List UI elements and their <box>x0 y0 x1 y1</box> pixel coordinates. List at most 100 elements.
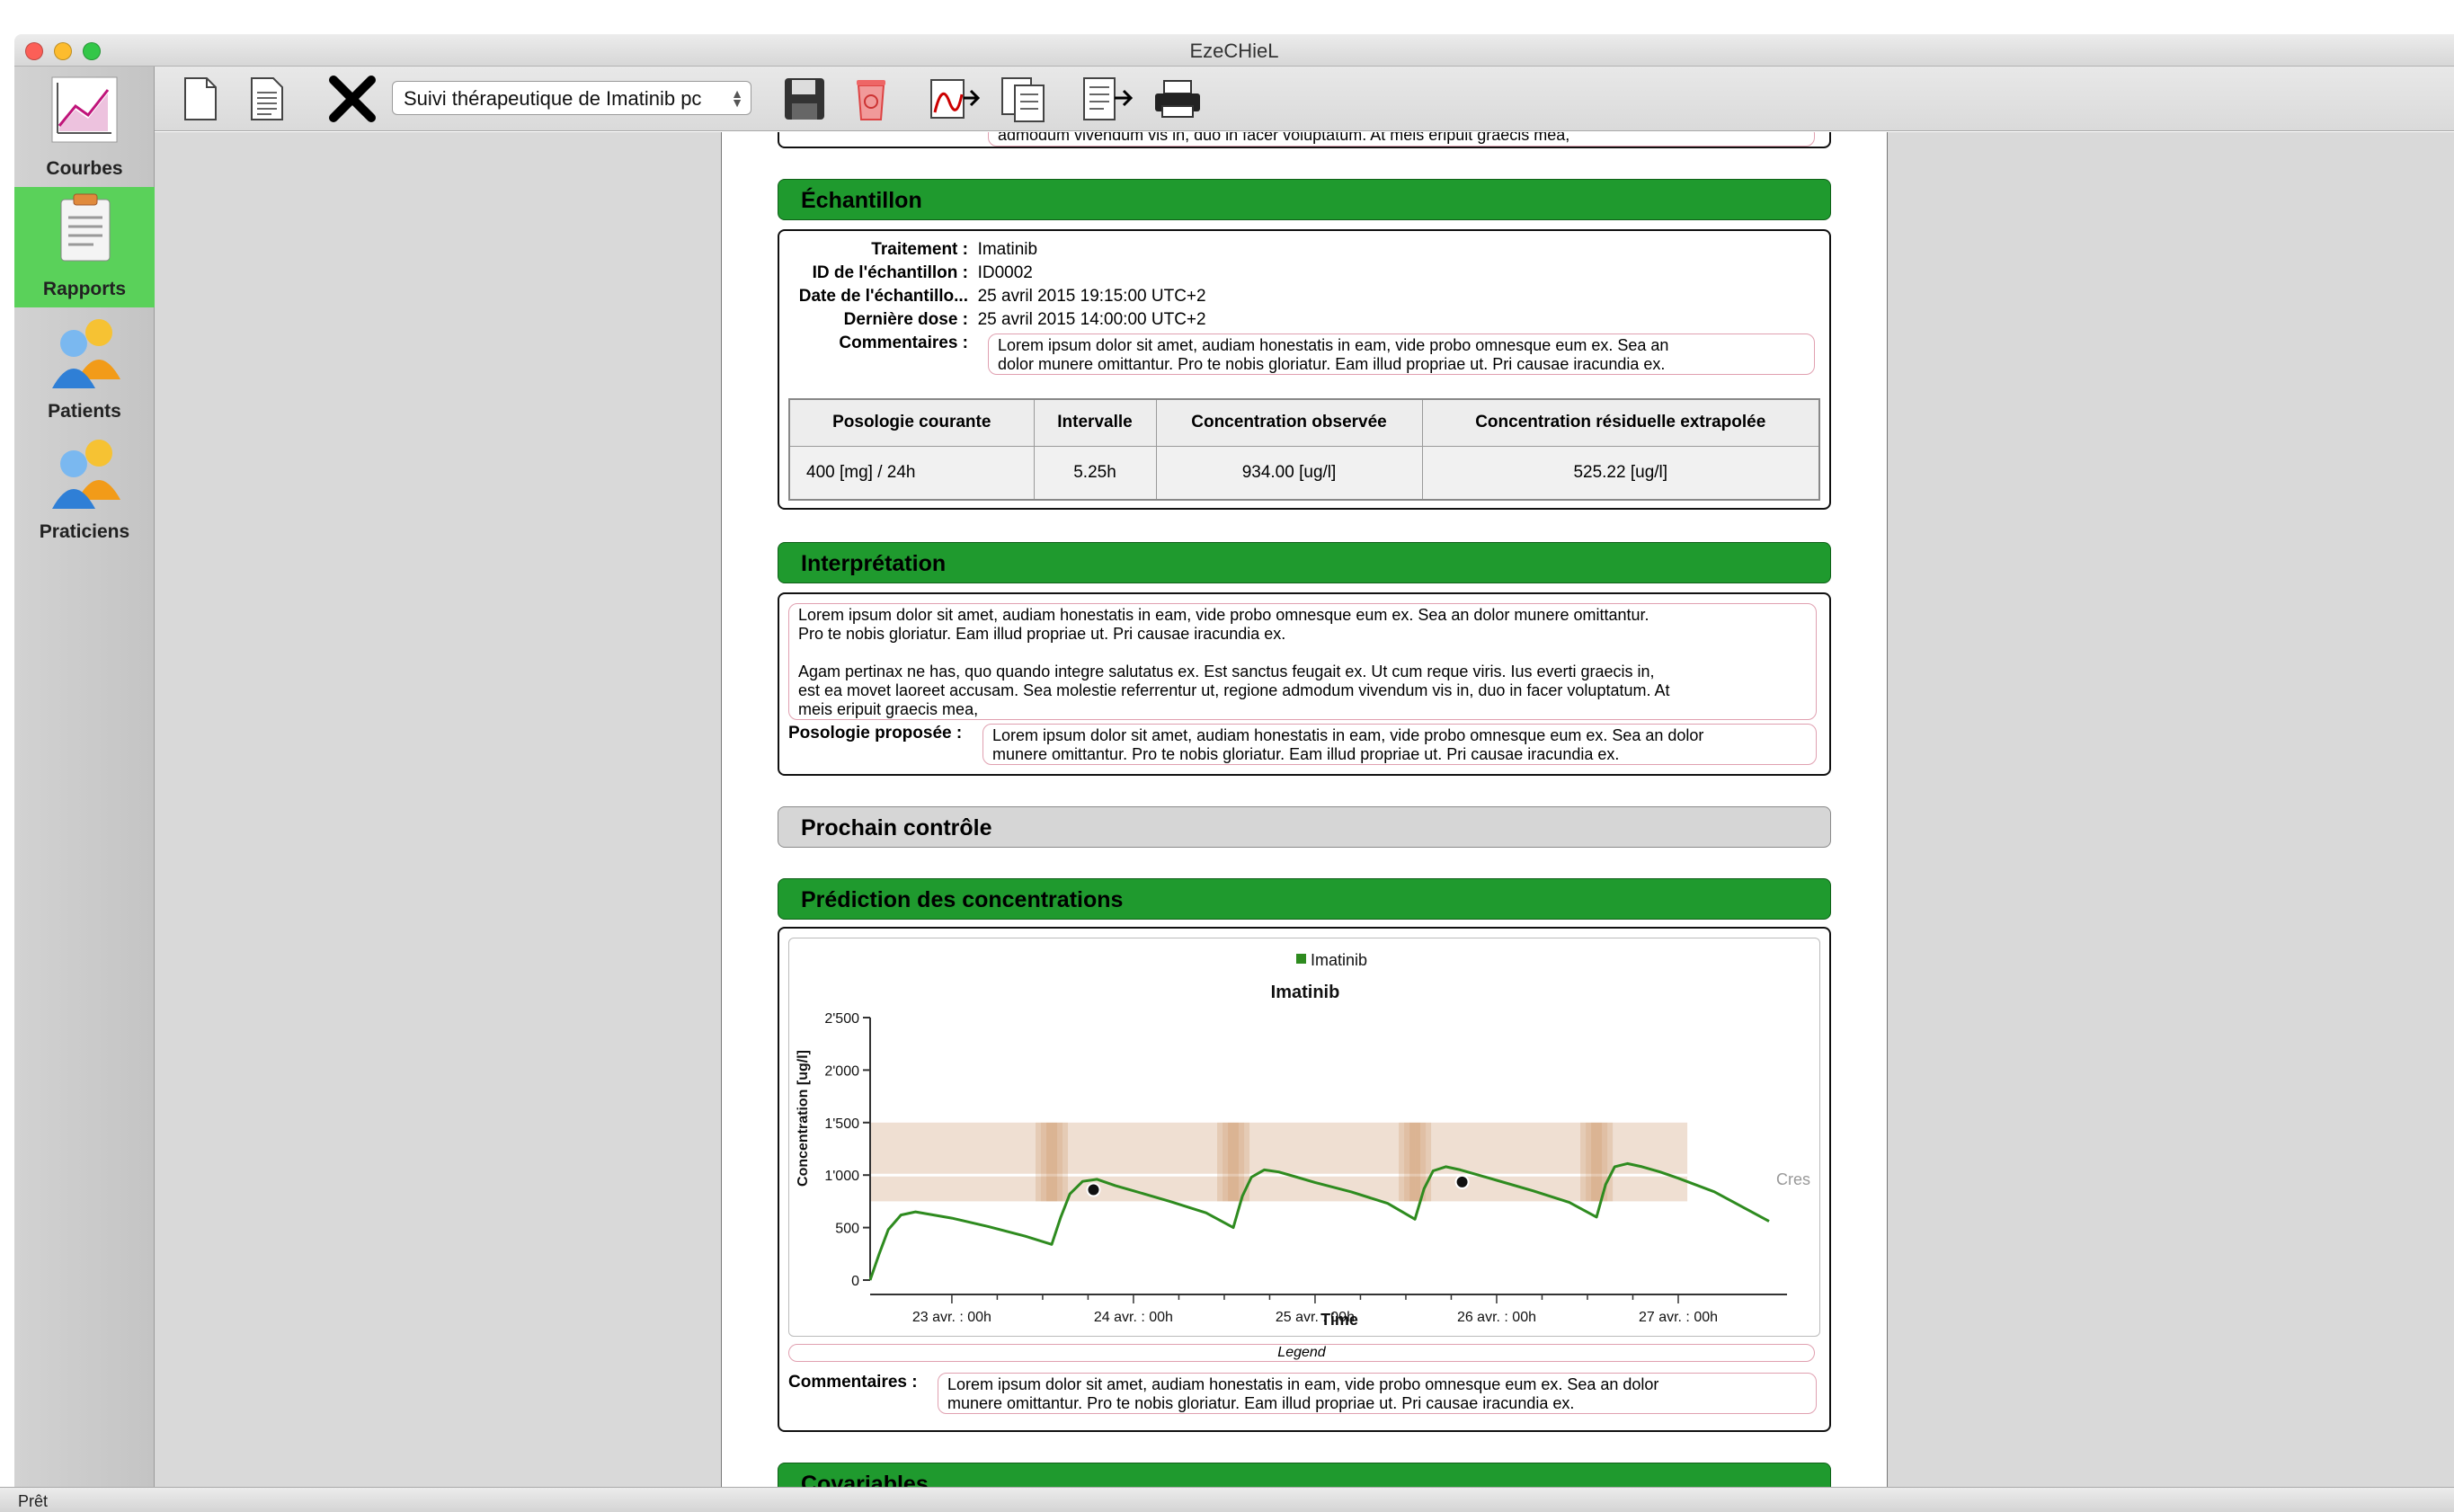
new-document-button[interactable] <box>182 76 218 122</box>
sidebar-item-patients[interactable]: Patients <box>14 309 155 430</box>
table-cell: 934.00 [ug/l] <box>1155 445 1423 501</box>
dose-marker <box>1415 1122 1421 1202</box>
interpretation-text-field[interactable]: Lorem ipsum dolor sit amet, audiam hones… <box>788 603 1817 720</box>
practitioners-icon <box>52 440 120 509</box>
open-document-button[interactable] <box>248 76 284 122</box>
close-icon <box>329 76 376 122</box>
sidebar-item-label: Praticiens <box>39 521 130 542</box>
previous-section-box: admodum vivendum vis in, duo in facer vo… <box>778 132 1831 148</box>
table-header: Posologie courante <box>788 398 1035 447</box>
observation-point <box>1086 1182 1101 1197</box>
sample-comment-label: Commentaires : <box>839 334 968 352</box>
table-header-row: Posologie courante Intervalle Concentrat… <box>788 398 1820 447</box>
sample-section-header: Échantillon <box>778 179 1831 220</box>
table-row: 400 [mg] / 24h 5.25h 934.00 [ug/l] 525.2… <box>788 445 1820 501</box>
dose-marker <box>1239 1122 1245 1202</box>
table-header: Intervalle <box>1033 398 1157 447</box>
delete-button[interactable] <box>850 76 892 122</box>
dose-marker <box>1063 1122 1069 1202</box>
y-axis-label: Concentration [ug/l] <box>796 1050 811 1187</box>
close-document-button[interactable] <box>327 76 378 122</box>
report-export-icon <box>1083 77 1134 120</box>
observation-point <box>1454 1174 1470 1189</box>
curves-icon <box>51 76 118 143</box>
sidebar-item-courbes[interactable]: Courbes <box>14 67 155 187</box>
title-bar: EzeCHieL <box>14 34 2454 67</box>
y-tick-label: 2'000 <box>824 1063 859 1079</box>
prediction-box: 0 500 1'000 1'500 2'000 2'500 23 avr. : 00h 24 … <box>778 927 1831 1432</box>
table-header: Concentration résiduelle extrapolée <box>1421 398 1820 447</box>
dose-marker <box>1591 1122 1597 1202</box>
duplicate-button[interactable] <box>998 76 1048 122</box>
report-workspace: admodum vivendum vis in, duo in facer vo… <box>155 132 2454 1487</box>
sidebar-item-label: Patients <box>48 401 121 422</box>
chart-area: 0 500 1'000 1'500 2'000 2'500 23 avr. : 00h 24 … <box>788 938 1820 1337</box>
report-page: admodum vivendum vis in, duo in facer vo… <box>721 132 1888 1487</box>
x-tick-label: 26 avr. : 00h <box>1457 1310 1536 1325</box>
prediction-comment-label: Commentaires : <box>788 1373 918 1392</box>
legend-box[interactable]: Legend <box>788 1344 1815 1362</box>
dose-marker <box>1233 1122 1240 1202</box>
x-tick-label: 23 avr. : 00h <box>912 1310 991 1325</box>
save-button[interactable] <box>782 76 827 122</box>
x-axis-label: Time <box>1320 1311 1358 1329</box>
trash-icon <box>857 80 885 120</box>
dose-marker <box>1607 1122 1614 1202</box>
dose-marker <box>1426 1122 1432 1202</box>
save-icon <box>785 78 824 120</box>
new-document-icon <box>184 77 217 120</box>
previous-comment-field[interactable]: admodum vivendum vis in, duo in facer vo… <box>988 132 1815 147</box>
table-header: Concentration observée <box>1155 398 1423 447</box>
next-control-section-header[interactable]: Prochain contrôle <box>778 806 1831 848</box>
toolbar: Suivi thérapeutique de Imatinib pc ▲ ▼ <box>155 67 2454 131</box>
x-tick-label: 27 avr. : 00h <box>1639 1310 1718 1325</box>
dose-marker <box>1596 1122 1603 1202</box>
dose-marker <box>1217 1122 1223 1202</box>
y-tick-label: 1'500 <box>824 1116 859 1132</box>
sidebar: Courbes Rapports Patients Praticiens <box>14 67 155 1487</box>
dose-marker <box>1228 1122 1234 1202</box>
dose-marker <box>1057 1122 1063 1202</box>
dose-marker <box>1580 1122 1587 1202</box>
dose-marker <box>1409 1122 1416 1202</box>
table-cell: 400 [mg] / 24h <box>788 445 1035 501</box>
status-text: Prêt <box>18 1492 49 1510</box>
chart-legend-label: Imatinib <box>1311 951 1367 969</box>
interpretation-box: Lorem ipsum dolor sit amet, audiam hones… <box>778 592 1831 776</box>
sample-date-field: Date de l'échantillo... 25 avril 2015 19… <box>798 287 1206 306</box>
proposed-posology-label: Posologie proposée : <box>788 724 963 743</box>
y-tick-label: 500 <box>835 1222 859 1237</box>
y-tick-label: 2'500 <box>824 1011 859 1027</box>
legend-swatch <box>1296 954 1306 964</box>
dose-marker <box>1046 1122 1053 1202</box>
duplicate-icon <box>1001 77 1045 122</box>
status-bar: Prêt <box>0 1487 2454 1512</box>
export-report-button[interactable] <box>1080 76 1134 122</box>
dose-marker <box>1223 1122 1229 1202</box>
table-cell: 525.22 [ug/l] <box>1421 445 1820 501</box>
covariates-section-header: Covariables <box>778 1463 1831 1487</box>
sidebar-item-praticiens[interactable]: Praticiens <box>14 430 155 550</box>
sample-box: Traitement : Imatinib ID de l'échantillo… <box>778 229 1831 510</box>
dose-marker <box>1052 1122 1058 1202</box>
sidebar-item-rapports[interactable]: Rapports <box>14 187 155 307</box>
export-curve-button[interactable] <box>928 76 982 122</box>
dosage-table: Posologie courante Intervalle Concentrat… <box>788 398 1820 501</box>
app-window: EzeCHieL Courbes Rapports Patients Prati… <box>0 0 2454 1512</box>
concentration-chart: 0 500 1'000 1'500 2'000 2'500 23 avr. : 00h 24 … <box>796 951 1810 1329</box>
report-selector-value: Suivi thérapeutique de Imatinib pc <box>404 87 702 110</box>
last-dose-field: Dernière dose : 25 avril 2015 14:00:00 U… <box>843 310 1206 329</box>
print-button[interactable] <box>1152 76 1203 122</box>
chart-title: Imatinib <box>1271 983 1340 1002</box>
table-cell: 5.25h <box>1033 445 1157 501</box>
sample-id-field: ID de l'échantillon : ID0002 <box>812 263 1033 282</box>
x-tick-label: 24 avr. : 00h <box>1094 1310 1173 1325</box>
y-tick-label: 1'000 <box>824 1169 859 1184</box>
prediction-comment-field[interactable]: Lorem ipsum dolor sit amet, audiam hones… <box>938 1373 1817 1414</box>
report-selector[interactable]: Suivi thérapeutique de Imatinib pc ▲ ▼ <box>392 81 751 115</box>
y-tick-label: 0 <box>851 1274 859 1289</box>
sample-comment-field[interactable]: Lorem ipsum dolor sit amet, audiam hones… <box>988 334 1815 375</box>
proposed-posology-field[interactable]: Lorem ipsum dolor sit amet, audiam hones… <box>982 724 1817 765</box>
target-band <box>870 1122 1688 1202</box>
curve-export-icon <box>930 79 981 119</box>
